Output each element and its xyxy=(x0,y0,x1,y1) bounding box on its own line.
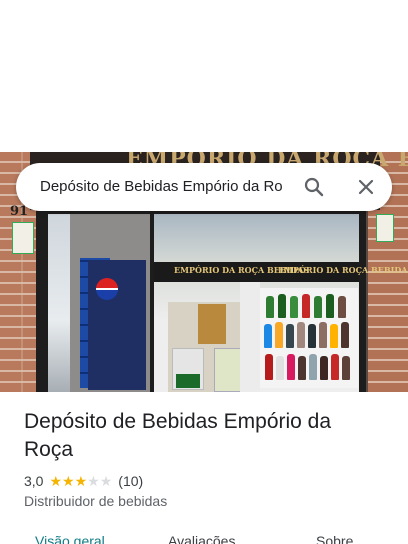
heineken-pack xyxy=(176,374,200,388)
tab-reviews[interactable]: Avaliações xyxy=(168,533,235,544)
search-bar[interactable]: Depósito de Bebidas Empório da Ro xyxy=(16,163,392,211)
tab-overview[interactable]: Visão geral xyxy=(35,533,105,544)
star-filled-icon: ★ xyxy=(74,473,88,489)
shelf-row xyxy=(262,290,356,318)
place-tabs: Visão geral Avaliações Sobre xyxy=(0,528,408,544)
rating-stars: ★ ★ ★ ★ ★ xyxy=(49,474,112,488)
star-filled-icon: ★ xyxy=(62,473,75,489)
window-sign: EMPÓRIO DA ROÇA BEBIDAS EMPÓRIO DA ROÇA … xyxy=(154,262,408,282)
place-category[interactable]: Distribuidor de bebidas xyxy=(24,493,167,509)
star-filled-icon: ★ xyxy=(49,473,63,489)
license-plaque-right xyxy=(376,214,394,242)
review-count[interactable]: (10) xyxy=(118,473,143,489)
shelf-row xyxy=(262,320,356,348)
rating-row[interactable]: 3,0 ★ ★ ★ ★ ★ (10) xyxy=(24,472,143,490)
shop-pillar xyxy=(240,282,260,392)
shelf-row xyxy=(262,352,356,380)
search-icon[interactable] xyxy=(302,175,326,199)
tab-about[interactable]: Sobre xyxy=(316,533,353,544)
star-empty-icon: ★ xyxy=(99,473,113,489)
place-title: Depósito de Bebidas Empório da Roça xyxy=(24,410,332,461)
pepsi-logo-icon xyxy=(96,278,118,300)
search-input[interactable]: Depósito de Bebidas Empório da Ro xyxy=(40,178,296,195)
close-icon[interactable] xyxy=(354,175,378,199)
map-area-blank xyxy=(0,0,408,152)
star-empty-icon: ★ xyxy=(87,473,100,489)
license-plaque-left xyxy=(12,222,34,254)
drinks-fridge xyxy=(88,260,146,390)
snack-box xyxy=(198,304,226,344)
window-sign-right-text: EMPÓRIO DA ROÇA BEBIDAS xyxy=(278,265,408,275)
rating-value: 3,0 xyxy=(24,473,44,489)
